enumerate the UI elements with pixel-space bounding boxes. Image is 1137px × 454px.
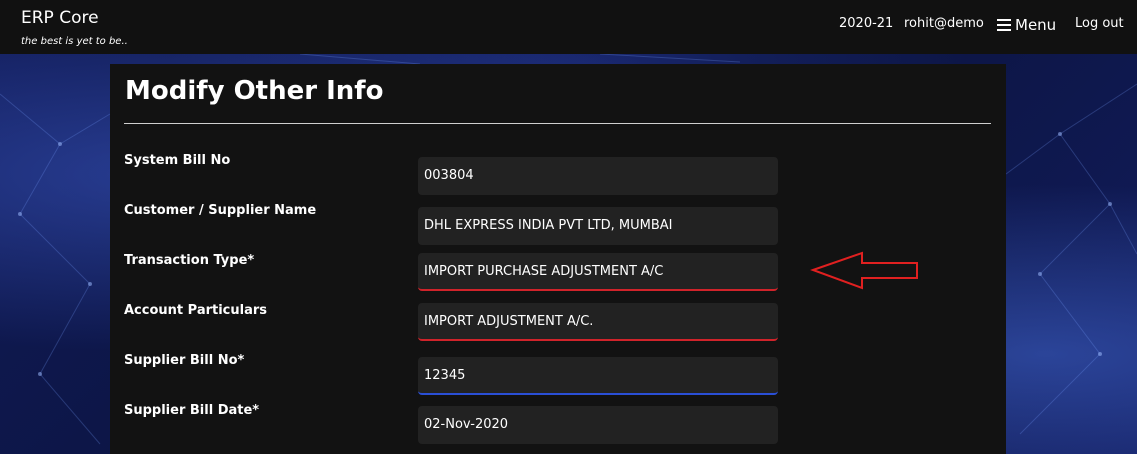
supplier-bill-date-label: Supplier Bill Date* xyxy=(124,403,260,418)
system-bill-no-label: System Bill No xyxy=(124,153,231,168)
system-bill-no-field[interactable]: 003804 xyxy=(418,157,778,195)
left-arrow-annotation xyxy=(810,251,918,290)
fiscal-year: 2020-21 xyxy=(839,16,894,31)
transaction-type-label: Transaction Type* xyxy=(124,253,255,268)
title-divider xyxy=(124,123,991,124)
brand-name[interactable]: ERP Core xyxy=(21,8,99,28)
supplier-bill-no-field[interactable]: 12345 xyxy=(418,357,778,395)
account-particulars-label: Account Particulars xyxy=(124,303,268,318)
menu-button[interactable]: Menu xyxy=(1015,16,1056,34)
supplier-bill-date-field[interactable]: 02-Nov-2020 xyxy=(418,406,778,444)
page-title: Modify Other Info xyxy=(125,76,384,106)
brand-tagline: the best is yet to be.. xyxy=(21,36,128,47)
top-navbar: ERP Core the best is yet to be.. 2020-21… xyxy=(0,0,1137,54)
account-particulars-field[interactable]: IMPORT ADJUSTMENT A/C. xyxy=(418,303,778,341)
transaction-type-field[interactable]: IMPORT PURCHASE ADJUSTMENT A/C xyxy=(418,253,778,291)
supplier-bill-no-label: Supplier Bill No* xyxy=(124,353,245,368)
customer-supplier-name-field[interactable]: DHL EXPRESS INDIA PVT LTD, MUMBAI xyxy=(418,207,778,245)
hamburger-icon[interactable] xyxy=(997,19,1011,31)
logout-link[interactable]: Log out xyxy=(1075,16,1124,31)
user-name[interactable]: rohit@demo xyxy=(904,16,984,31)
customer-supplier-name-label: Customer / Supplier Name xyxy=(124,203,317,218)
